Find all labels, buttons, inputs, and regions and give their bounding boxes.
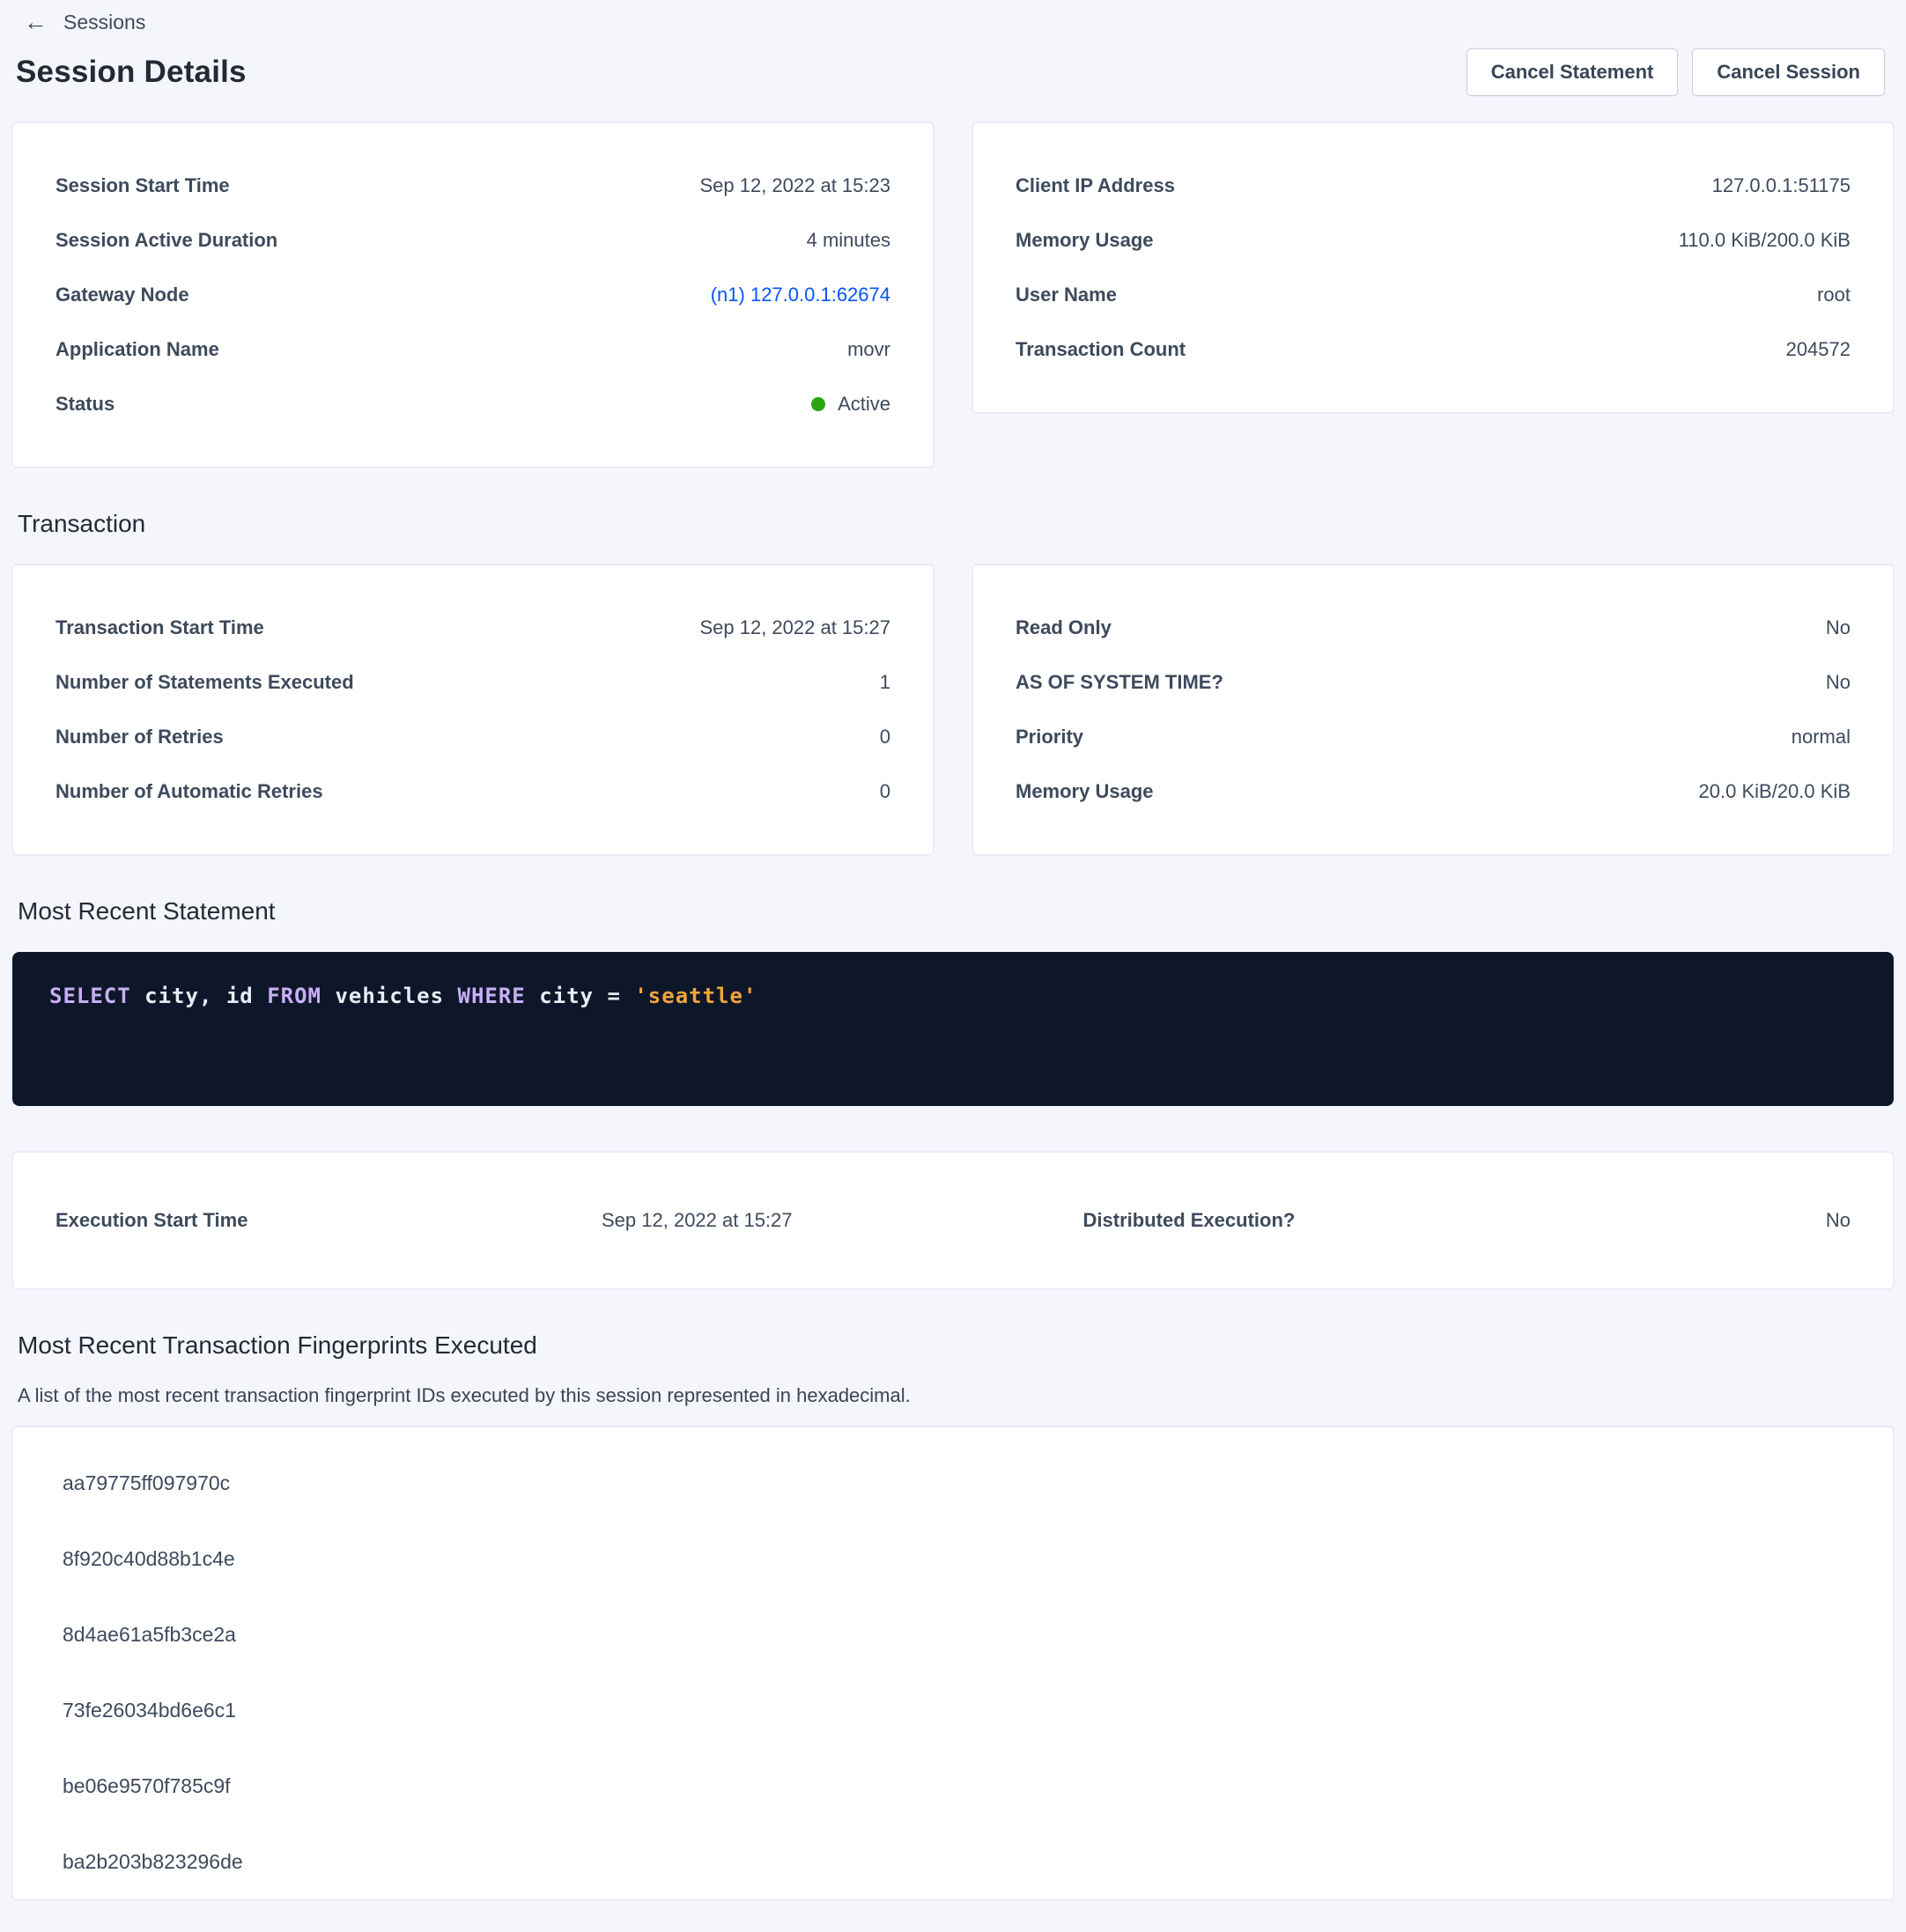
kv-label: Session Start Time xyxy=(55,174,230,197)
kv-row: Gateway Node (n1) 127.0.0.1:62674 xyxy=(55,268,890,322)
kv-row: Priority normal xyxy=(1016,710,1851,764)
execution-card: Execution Start Time Sep 12, 2022 at 15:… xyxy=(12,1152,1894,1289)
session-active-duration-value: 4 minutes xyxy=(807,229,890,252)
retries-value: 0 xyxy=(880,726,890,748)
kv-label: AS OF SYSTEM TIME? xyxy=(1016,671,1223,694)
application-name-value: movr xyxy=(847,338,890,361)
kv-row: Session Active Duration 4 minutes xyxy=(55,213,890,268)
kv-label: User Name xyxy=(1016,284,1117,306)
kv-label: Gateway Node xyxy=(55,284,189,306)
memory-usage-value: 110.0 KiB/200.0 KiB xyxy=(1679,229,1851,252)
kv-label: Session Active Duration xyxy=(55,229,277,252)
read-only-value: No xyxy=(1826,616,1851,639)
fingerprint-item: 8d4ae61a5fb3ce2a xyxy=(13,1596,1893,1672)
sql-token-string: 'seattle' xyxy=(634,984,757,1008)
kv-row: Application Name movr xyxy=(55,322,890,377)
breadcrumb-back-sessions[interactable]: ← Sessions xyxy=(12,0,1894,34)
arrow-left-icon[interactable]: ← xyxy=(24,11,48,34)
kv-row: Read Only No xyxy=(1016,601,1851,655)
fingerprint-item: be06e9570f785c9f xyxy=(13,1748,1893,1824)
sql-token-plain: city = xyxy=(526,984,635,1008)
kv-row: Number of Automatic Retries 0 xyxy=(55,764,890,819)
kv-label: Number of Retries xyxy=(55,726,224,748)
gateway-node-link[interactable]: (n1) 127.0.0.1:62674 xyxy=(711,284,890,306)
distributed-execution-value: No xyxy=(1826,1209,1851,1232)
client-ip-value: 127.0.0.1:51175 xyxy=(1712,174,1851,197)
cancel-session-button[interactable]: Cancel Session xyxy=(1692,48,1885,96)
fingerprint-item: 73fe26034bd6e6c1 xyxy=(13,1672,1893,1748)
execution-start-time-label: Execution Start Time xyxy=(55,1209,602,1232)
kv-label: Memory Usage xyxy=(1016,229,1154,252)
cancel-statement-button[interactable]: Cancel Statement xyxy=(1466,48,1679,96)
fingerprints-description: A list of the most recent transaction fi… xyxy=(18,1384,1894,1407)
breadcrumb-label[interactable]: Sessions xyxy=(63,11,145,34)
priority-value: normal xyxy=(1791,726,1851,748)
kv-row: Transaction Count 204572 xyxy=(1016,322,1851,377)
kv-row: Transaction Start Time Sep 12, 2022 at 1… xyxy=(55,601,890,655)
session-start-time-value: Sep 12, 2022 at 15:23 xyxy=(699,174,890,197)
kv-label: Transaction Start Time xyxy=(55,616,264,639)
kv-row: Memory Usage 20.0 KiB/20.0 KiB xyxy=(1016,764,1851,819)
session-info-section: Session Start Time Sep 12, 2022 at 15:23… xyxy=(12,122,1894,468)
kv-row: AS OF SYSTEM TIME? No xyxy=(1016,655,1851,710)
kv-label: Read Only xyxy=(1016,616,1112,639)
sql-token-plain: vehicles xyxy=(321,984,458,1008)
session-details-page: ← Sessions Session Details Cancel Statem… xyxy=(0,0,1906,1932)
transaction-card-left: Transaction Start Time Sep 12, 2022 at 1… xyxy=(12,564,934,855)
kv-row: Session Start Time Sep 12, 2022 at 15:23 xyxy=(55,159,890,213)
transaction-count-value: 204572 xyxy=(1786,338,1851,361)
kv-label: Number of Statements Executed xyxy=(55,671,354,694)
status-active-dot-icon xyxy=(811,397,825,411)
kv-label: Priority xyxy=(1016,726,1083,748)
kv-label: Number of Automatic Retries xyxy=(55,780,323,803)
kv-label: Memory Usage xyxy=(1016,780,1154,803)
user-name-value: root xyxy=(1817,284,1851,306)
as-of-system-time-value: No xyxy=(1826,671,1851,694)
kv-row: Client IP Address 127.0.0.1:51175 xyxy=(1016,159,1851,213)
kv-label: Client IP Address xyxy=(1016,174,1175,197)
distributed-execution-label: Distributed Execution? xyxy=(1083,1209,1296,1232)
transaction-section: Transaction Start Time Sep 12, 2022 at 1… xyxy=(12,564,1894,855)
kv-row: Status Active xyxy=(55,377,890,431)
transaction-start-time-value: Sep 12, 2022 at 15:27 xyxy=(699,616,890,639)
session-info-card-right: Client IP Address 127.0.0.1:51175 Memory… xyxy=(972,122,1894,413)
sql-token-keyword: FROM xyxy=(267,984,321,1008)
kv-label: Status xyxy=(55,393,115,416)
kv-row: Number of Statements Executed 1 xyxy=(55,655,890,710)
fingerprint-item: aa79775ff097970c xyxy=(13,1445,1893,1521)
fingerprints-heading: Most Recent Transaction Fingerprints Exe… xyxy=(18,1331,1894,1360)
fingerprint-item: ba2b203b823296de xyxy=(13,1824,1893,1899)
status-value: Active xyxy=(838,393,890,416)
kv-label: Application Name xyxy=(55,338,219,361)
fingerprints-list: aa79775ff097970c8f920c40d88b1c4e8d4ae61a… xyxy=(12,1427,1894,1900)
statements-executed-value: 1 xyxy=(880,671,890,694)
kv-row: User Name root xyxy=(1016,268,1851,322)
header-actions: Cancel Statement Cancel Session xyxy=(1466,48,1885,96)
title-row: Session Details Cancel Statement Cancel … xyxy=(16,48,1885,96)
status-badge: Active xyxy=(811,393,890,416)
txn-memory-usage-value: 20.0 KiB/20.0 KiB xyxy=(1699,780,1851,803)
sql-token-keyword: WHERE xyxy=(458,984,526,1008)
automatic-retries-value: 0 xyxy=(880,780,890,803)
transaction-section-heading: Transaction xyxy=(18,510,1894,538)
sql-token-keyword: SELECT xyxy=(49,984,131,1008)
transaction-card-right: Read Only No AS OF SYSTEM TIME? No Prior… xyxy=(972,564,1894,855)
fingerprint-item: 8f920c40d88b1c4e xyxy=(13,1521,1893,1596)
sql-statement: SELECT city, id FROM vehicles WHERE city… xyxy=(12,952,1894,1106)
kv-row: Memory Usage 110.0 KiB/200.0 KiB xyxy=(1016,213,1851,268)
session-info-card-left: Session Start Time Sep 12, 2022 at 15:23… xyxy=(12,122,934,468)
execution-start-time-value: Sep 12, 2022 at 15:27 xyxy=(602,1209,793,1232)
page-title: Session Details xyxy=(16,55,247,90)
kv-row: Number of Retries 0 xyxy=(55,710,890,764)
most-recent-statement-heading: Most Recent Statement xyxy=(18,897,1894,925)
kv-label: Transaction Count xyxy=(1016,338,1186,361)
sql-token-plain: city, id xyxy=(131,984,268,1008)
